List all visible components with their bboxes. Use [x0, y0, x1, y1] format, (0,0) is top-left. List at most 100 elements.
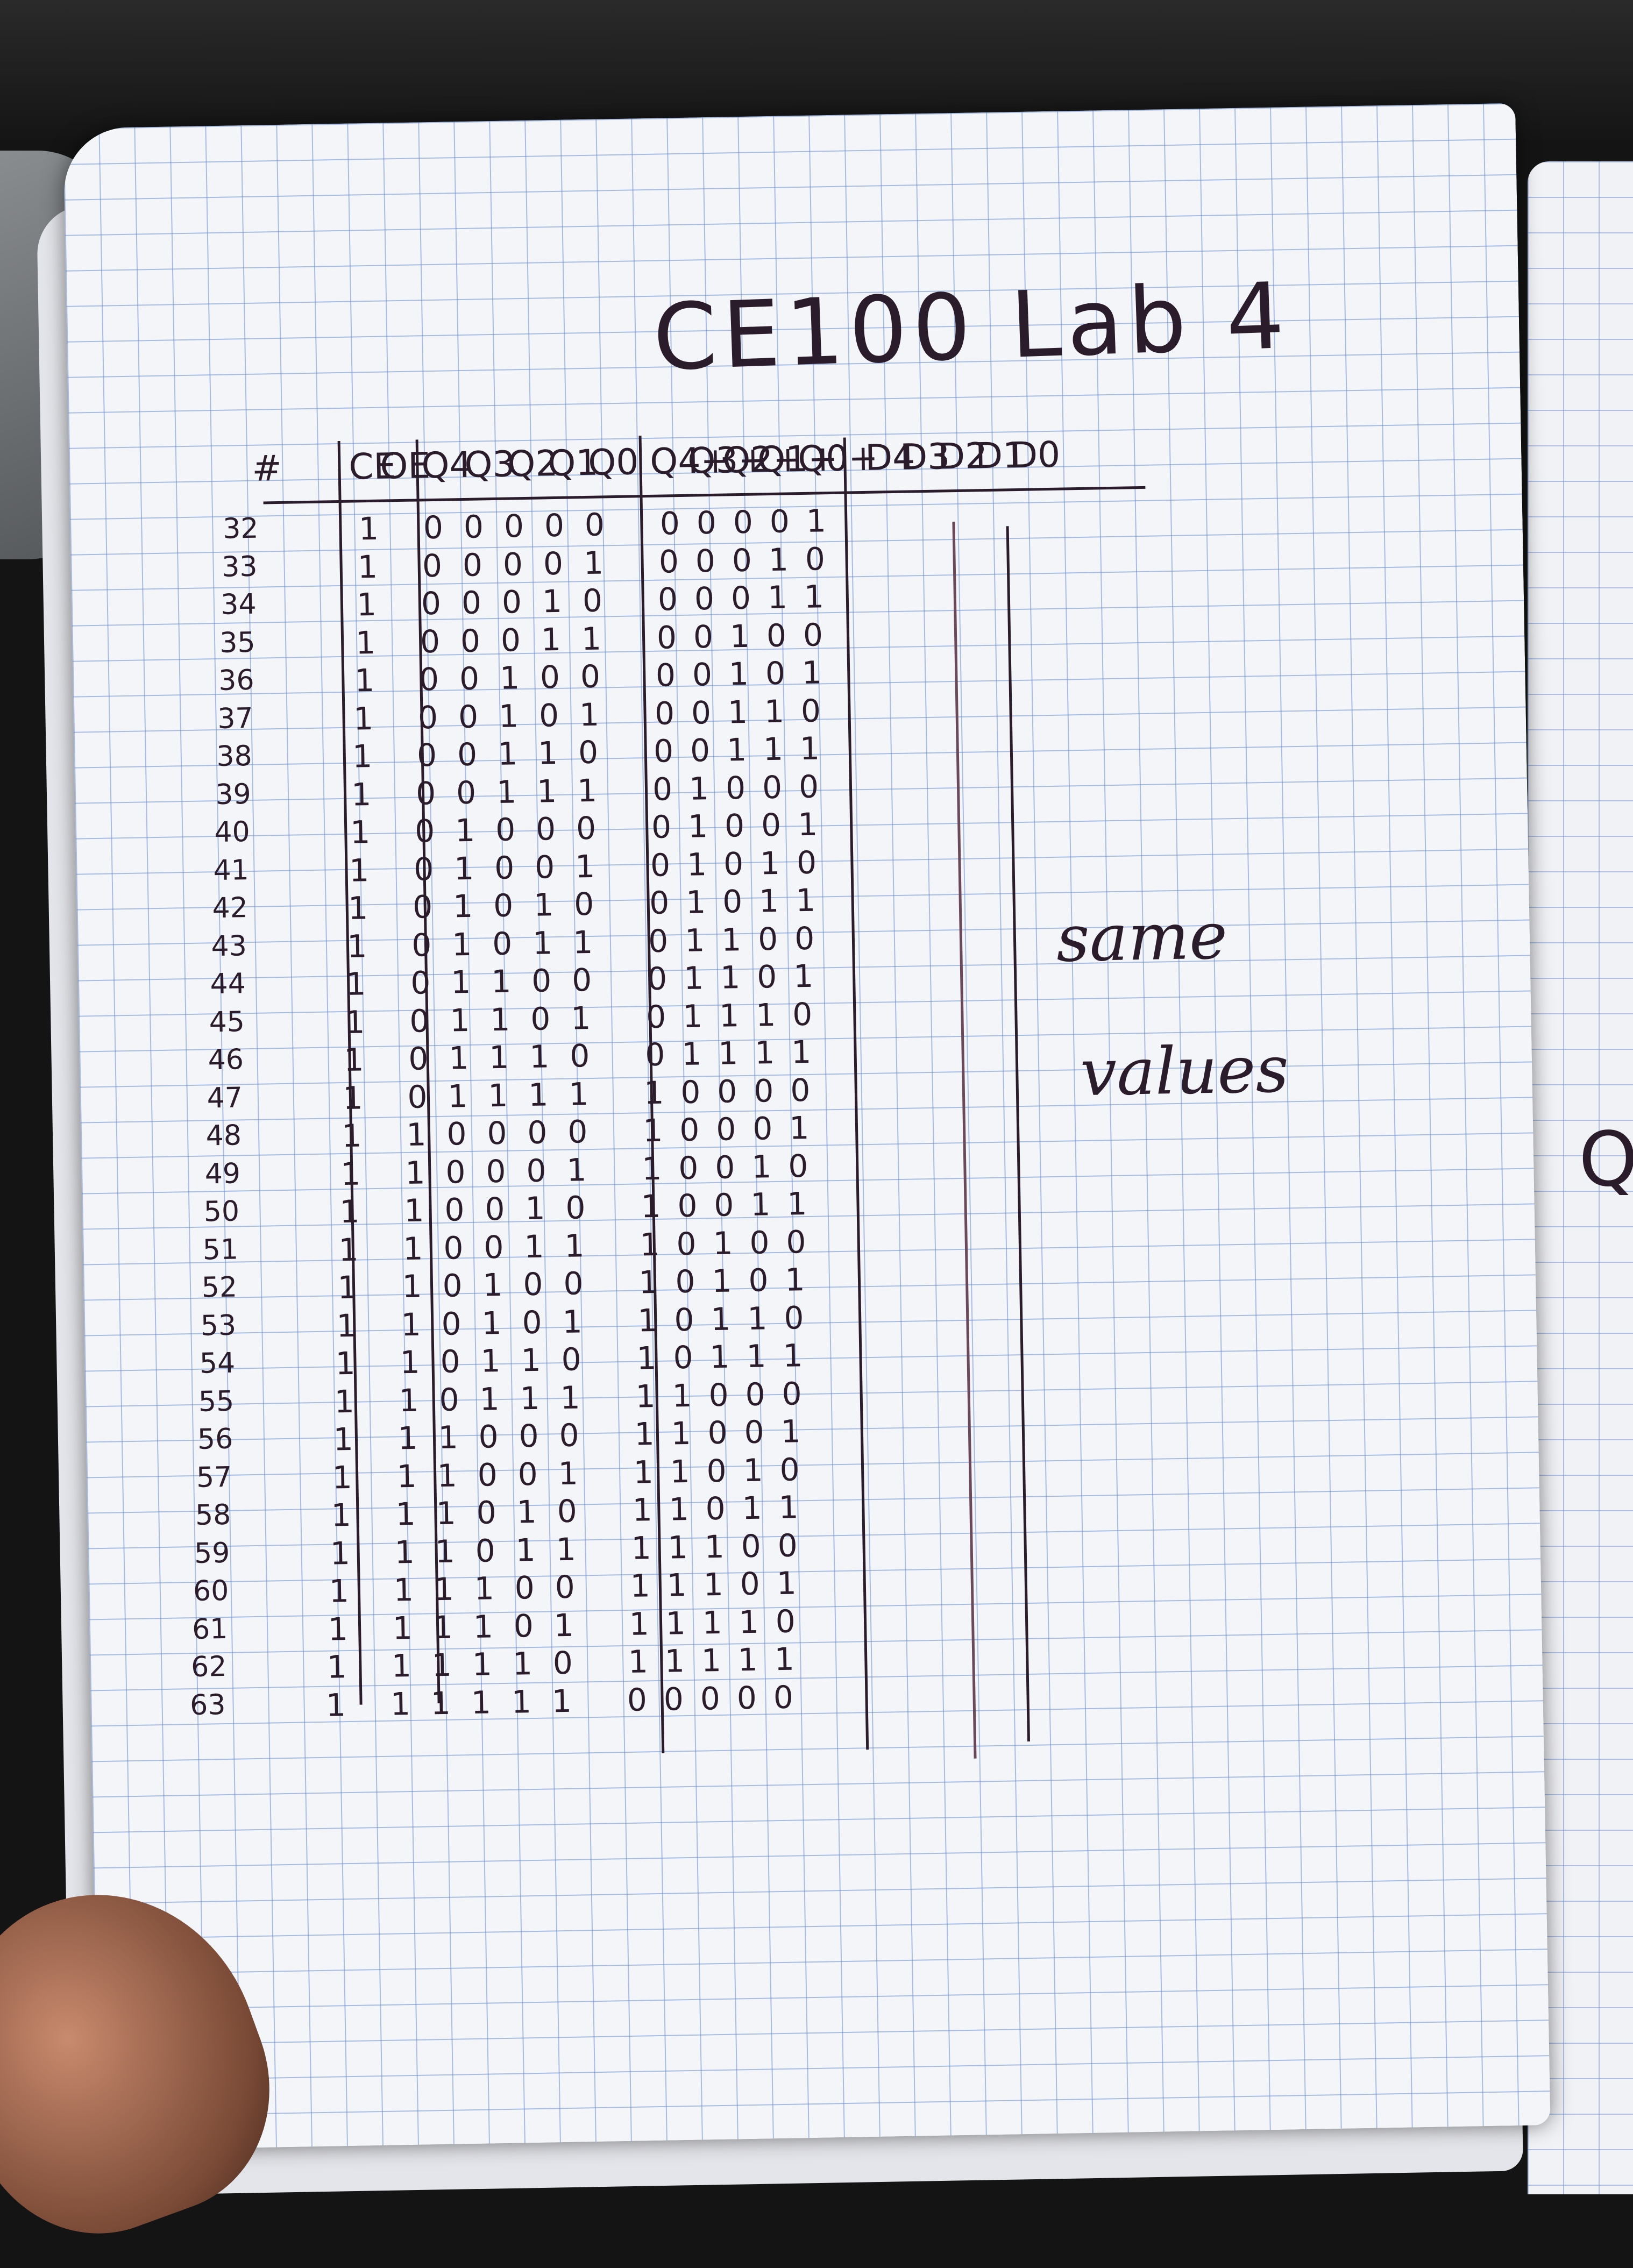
q-next-bit: 1	[742, 1489, 763, 1527]
ce-value: 1	[349, 851, 370, 889]
q-bit: 1	[532, 924, 553, 962]
q-bit: 0	[526, 1151, 546, 1189]
q-bit: 0	[414, 812, 435, 850]
q-bit: 0	[485, 1153, 506, 1190]
q-bit: 0	[440, 1343, 461, 1380]
row-number: 63	[189, 1688, 226, 1722]
q-next-bit: 0	[775, 1603, 796, 1640]
q-next-bit: 0	[653, 733, 674, 770]
ce-value: 1	[331, 1496, 352, 1534]
q-bit: 0	[475, 1532, 496, 1569]
row-number: 58	[195, 1498, 231, 1532]
q-next-bit: 0	[674, 1263, 696, 1300]
q-next-bit: 1	[759, 844, 780, 881]
q-next-bit: 0	[785, 1223, 806, 1261]
q-bit: 0	[421, 585, 442, 622]
row-number: 39	[215, 778, 252, 811]
q-next-bit: 1	[668, 1528, 688, 1566]
ce-value: 1	[336, 1307, 357, 1344]
q-bit: 1	[390, 1685, 411, 1723]
q-next-bit: 1	[638, 1263, 659, 1301]
q-bit: 0	[446, 1115, 467, 1153]
q-next-bit: 0	[741, 1527, 762, 1565]
q-bit: 0	[559, 1417, 580, 1454]
q-bit: 0	[484, 1190, 506, 1228]
q-next-bit: 1	[743, 1452, 764, 1489]
q-next-bit: 0	[796, 844, 817, 881]
q-bit: 0	[410, 964, 431, 1001]
q-next-bit: 1	[704, 1528, 725, 1565]
q-bit: 1	[524, 1190, 546, 1227]
q-bit: 0	[460, 622, 481, 659]
dotted-column-line	[952, 522, 977, 1759]
q-bit: 1	[447, 1077, 468, 1115]
q-bit: 1	[523, 1228, 545, 1265]
q-bit: 0	[565, 1189, 586, 1226]
q-bit: 0	[418, 660, 439, 698]
q-next-bit: 1	[637, 1302, 658, 1339]
q-next-bit: 1	[669, 1490, 690, 1528]
header-d0: D0	[1010, 433, 1061, 477]
q-next-bit: 0	[752, 1110, 773, 1147]
q-bit: 1	[577, 772, 598, 809]
q-bit: 0	[476, 1494, 497, 1531]
ce-value: 1	[338, 1231, 359, 1268]
q-bit: 0	[486, 1114, 507, 1152]
q-bit: 1	[453, 850, 474, 887]
q-next-bit: 1	[780, 1413, 801, 1450]
q-bit: 0	[458, 698, 479, 735]
ce-value: 1	[347, 890, 368, 927]
q-bit: 0	[535, 810, 556, 848]
q-bit: 0	[461, 584, 482, 622]
q-bit: 0	[423, 509, 444, 546]
q-bit: 1	[564, 1227, 585, 1264]
row-number: 53	[200, 1309, 237, 1342]
q-next-bit: 0	[748, 1262, 769, 1299]
ce-value: 1	[357, 548, 378, 585]
ce-value: 1	[352, 738, 373, 775]
q-next-bit: 1	[791, 1033, 812, 1071]
q-next-bit: 0	[680, 1073, 701, 1111]
ce-value: 1	[342, 1079, 363, 1117]
q-next-bit: 0	[716, 1072, 737, 1110]
q-bit: 1	[452, 887, 473, 925]
q-bit: 0	[503, 508, 524, 545]
q-bit: 0	[557, 1492, 578, 1530]
q-next-bit: 1	[739, 1603, 759, 1640]
q-next-bit: 0	[676, 1225, 697, 1262]
q-bit: 1	[533, 886, 554, 923]
q-next-bit: 1	[720, 959, 741, 996]
q-next-bit: 0	[694, 580, 715, 617]
ce-value: 1	[343, 1041, 364, 1078]
note-same: same	[1055, 899, 1229, 977]
header-num: #	[251, 447, 282, 489]
q-next-bit: 0	[736, 1679, 757, 1716]
row-number: 45	[209, 1005, 245, 1039]
q-bit: 1	[406, 1116, 427, 1153]
q-next-bit: 0	[656, 618, 677, 656]
q-next-bit: 1	[632, 1491, 653, 1528]
row-number: 47	[207, 1081, 243, 1114]
row-number: 40	[214, 815, 251, 849]
row-number: 36	[218, 664, 255, 697]
q-next-bit: 1	[719, 997, 740, 1034]
q-bit: 0	[578, 734, 599, 771]
q-next-bit: 0	[627, 1681, 648, 1718]
q-bit: 1	[396, 1458, 417, 1495]
q-next-bit: 0	[803, 616, 823, 653]
q-bit: 0	[407, 1078, 428, 1115]
q-next-bit: 1	[641, 1150, 662, 1187]
q-bit: 0	[444, 1191, 465, 1228]
q-next-bit: 1	[776, 1565, 797, 1602]
q-next-bit: 1	[747, 1299, 768, 1337]
q-bit: 0	[527, 1114, 548, 1151]
q-bit: 0	[492, 925, 513, 962]
row-number: 55	[198, 1385, 235, 1418]
q-next-bit: 1	[786, 1185, 807, 1222]
q-bit: 1	[438, 1419, 459, 1456]
q-next-bit: 1	[664, 1643, 685, 1680]
q-next-bit: 1	[685, 884, 706, 921]
q-bit: 0	[408, 1040, 429, 1077]
q-bit: 0	[522, 1265, 544, 1303]
q-next-bit: 0	[782, 1375, 803, 1412]
